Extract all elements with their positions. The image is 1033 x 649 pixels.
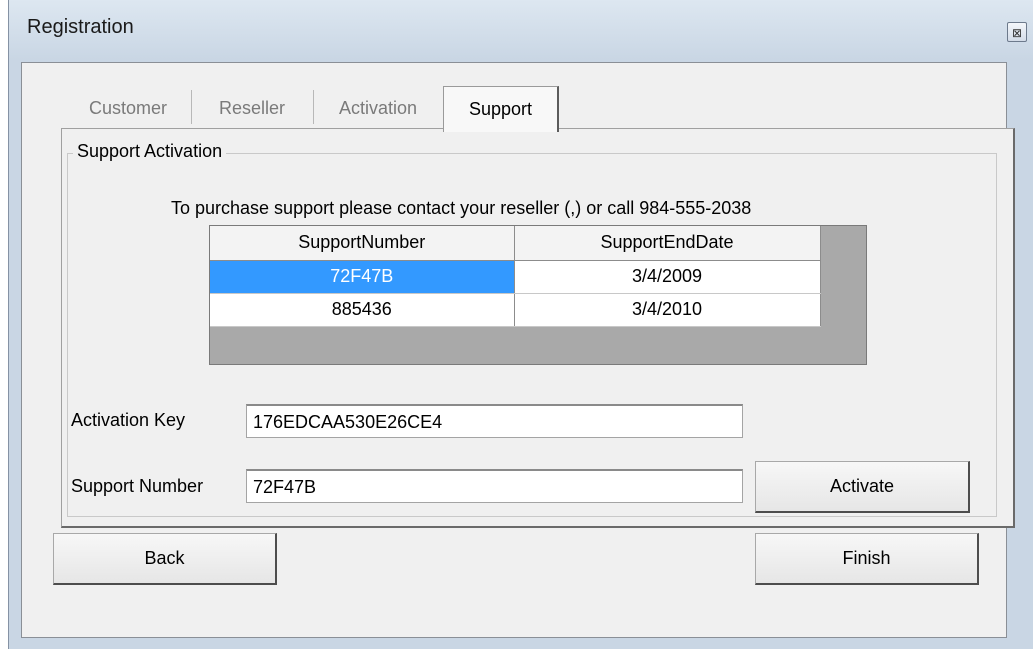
- registration-window: Registration ⊠ Customer Reseller Activat…: [8, 0, 1033, 649]
- tab-customer[interactable]: Customer: [69, 86, 187, 130]
- support-number-label: Support Number: [71, 476, 204, 496]
- window-title: Registration: [27, 16, 134, 38]
- table-row[interactable]: 885436 3/4/2010: [210, 293, 821, 327]
- support-table: SupportNumber SupportEndDate 72F47B 3/4/…: [210, 226, 821, 327]
- activation-key-input[interactable]: 176EDCAA530E26CE4: [246, 404, 743, 438]
- support-end-date-cell[interactable]: 3/4/2009: [514, 260, 821, 294]
- support-grid: SupportNumber SupportEndDate 72F47B 3/4/…: [209, 225, 867, 365]
- support-number-cell[interactable]: 72F47B: [210, 260, 515, 294]
- back-button[interactable]: Back: [53, 533, 277, 585]
- tab-support[interactable]: Support: [443, 86, 559, 132]
- activation-key-label: Activation Key: [71, 410, 186, 430]
- support-info-text: To purchase support please contact your …: [171, 198, 752, 218]
- support-number-cell[interactable]: 885436: [210, 293, 515, 327]
- finish-button[interactable]: Finish: [755, 533, 979, 585]
- tab-separator: [313, 90, 314, 124]
- close-icon[interactable]: ⊠: [1007, 22, 1027, 42]
- column-header-support-number[interactable]: SupportNumber: [210, 226, 515, 261]
- tab-separator: [191, 90, 192, 124]
- tab-activation[interactable]: Activation: [317, 86, 439, 130]
- activate-button[interactable]: Activate: [755, 461, 970, 513]
- support-activation-title: Support Activation: [73, 141, 227, 162]
- column-header-support-end-date[interactable]: SupportEndDate: [514, 226, 821, 261]
- table-row[interactable]: 72F47B 3/4/2009: [210, 260, 821, 294]
- support-end-date-cell[interactable]: 3/4/2010: [514, 293, 821, 327]
- tab-reseller[interactable]: Reseller: [193, 86, 311, 130]
- support-number-input[interactable]: 72F47B: [246, 469, 743, 503]
